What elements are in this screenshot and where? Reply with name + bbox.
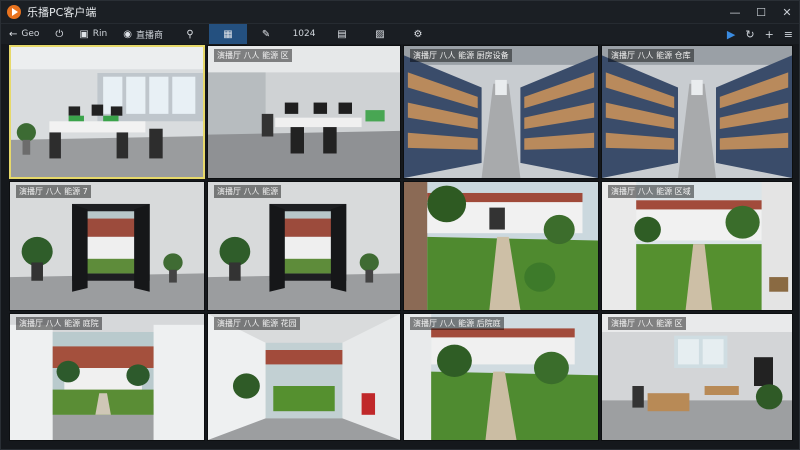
add-icon[interactable]: + [765, 28, 774, 41]
grid-icon: ▦ [223, 28, 233, 40]
camera-caption: 演播厅 八人 能源 区域 [608, 185, 694, 198]
camera-caption: 演播厅 八人 能源 区 [608, 317, 686, 330]
camera-caption: 演播厅 八人 能源 7 [16, 185, 91, 198]
camera-icon: ▣ [79, 28, 89, 40]
tab-clipboard[interactable]: ▤ [323, 24, 361, 44]
record-button[interactable]: ◉ 直播商 [115, 24, 171, 44]
close-icon[interactable]: ✕ [781, 6, 793, 19]
maximize-icon[interactable]: ☐ [755, 6, 767, 19]
camera-feed-image [404, 314, 598, 440]
camera-tile-9[interactable]: 演播厅 八人 能源 庭院 [9, 313, 205, 441]
camera-feed-image [208, 182, 400, 310]
camera-tile-12[interactable]: 演播厅 八人 能源 区 [601, 313, 793, 441]
camera-feed-image [602, 46, 792, 178]
tab-1024[interactable]: 1024 [285, 24, 323, 44]
camera-tile-6[interactable]: 演播厅 八人 能源 [207, 181, 401, 311]
camera-grid: 演播厅 八人 能源 区 演播厅 八人 能源 厨房设备 演播厅 八人 能源 仓库 … [9, 45, 795, 441]
tab-1024-label: 1024 [292, 29, 316, 39]
edit-icon: ✎ [261, 28, 271, 40]
camera-feed-image [208, 314, 400, 440]
app-title: 乐播PC客户端 [27, 6, 97, 19]
camera-caption: 演播厅 八人 能源 区 [214, 49, 292, 62]
camera-tile-3[interactable]: 演播厅 八人 能源 厨房设备 [403, 45, 599, 179]
title-bar: 乐播PC客户端 — ☐ ✕ [1, 1, 799, 23]
camera-tile-1[interactable] [9, 45, 205, 179]
camera-tile-4[interactable]: 演播厅 八人 能源 仓库 [601, 45, 793, 179]
user-search-icon: ⚲ [186, 28, 194, 40]
camera-tile-11[interactable]: 演播厅 八人 能源 后院庭 [403, 313, 599, 441]
power-icon: ⏻ [55, 28, 64, 40]
back-label: Geo [21, 29, 40, 39]
record-icon: ◉ [123, 28, 132, 40]
tab-settings[interactable]: ⚙ [399, 24, 437, 44]
camera-tile-7[interactable] [403, 181, 599, 311]
camera-caption: 演播厅 八人 能源 花园 [214, 317, 300, 330]
camera-caption: 演播厅 八人 能源 [214, 185, 282, 198]
camera-caption: 演播厅 八人 能源 仓库 [608, 49, 694, 62]
camera-feed-image [602, 182, 792, 310]
tab-user-search[interactable]: ⚲ [171, 24, 209, 44]
camera-caption: 演播厅 八人 能源 厨房设备 [410, 49, 512, 62]
power-button[interactable]: ⏻ [47, 24, 71, 44]
clipboard-icon: ▤ [337, 28, 347, 40]
refresh-icon[interactable]: ↻ [745, 28, 754, 41]
camera-feed-image [11, 47, 203, 177]
camera-feed-image [10, 182, 204, 310]
camera-feed-image [208, 46, 400, 178]
tab-grid[interactable]: ▦ [209, 24, 248, 44]
camera-feed-image [602, 314, 792, 440]
camera-tile-8[interactable]: 演播厅 八人 能源 区域 [601, 181, 793, 311]
play-icon[interactable]: ▶ [727, 28, 735, 41]
tab-edit[interactable]: ✎ [247, 24, 285, 44]
menu-icon[interactable]: ≡ [784, 28, 793, 41]
camera-feed-image [404, 182, 598, 310]
toolbar: ← Geo ⏻ ▣ Rin ◉ 直播商 ⚲ ▦ ✎ 1024 ▤ ▨ ⚙ ▶ ↻… [1, 23, 799, 44]
record-label: 直播商 [136, 30, 164, 41]
camera-feed-image [404, 46, 598, 178]
image-icon: ▨ [375, 28, 385, 40]
back-arrow-icon: ← [9, 28, 18, 40]
camera-label: Rin [92, 29, 108, 39]
camera-caption: 演播厅 八人 能源 后院庭 [410, 317, 504, 330]
camera-feed-image [10, 314, 204, 440]
gear-icon: ⚙ [413, 28, 423, 40]
window-controls: — ☐ ✕ [729, 1, 793, 23]
back-button[interactable]: ← Geo [1, 24, 47, 44]
camera-button[interactable]: ▣ Rin [71, 24, 115, 44]
toolbar-right: ▶ ↻ + ≡ [727, 24, 793, 44]
camera-tile-2[interactable]: 演播厅 八人 能源 区 [207, 45, 401, 179]
camera-tile-10[interactable]: 演播厅 八人 能源 花园 [207, 313, 401, 441]
camera-tile-5[interactable]: 演播厅 八人 能源 7 [9, 181, 205, 311]
minimize-icon[interactable]: — [729, 6, 741, 19]
app-logo-icon [7, 5, 21, 19]
camera-caption: 演播厅 八人 能源 庭院 [16, 317, 102, 330]
tab-image[interactable]: ▨ [361, 24, 399, 44]
app-window: 乐播PC客户端 — ☐ ✕ ← Geo ⏻ ▣ Rin ◉ 直播商 ⚲ ▦ ✎ [0, 0, 800, 450]
